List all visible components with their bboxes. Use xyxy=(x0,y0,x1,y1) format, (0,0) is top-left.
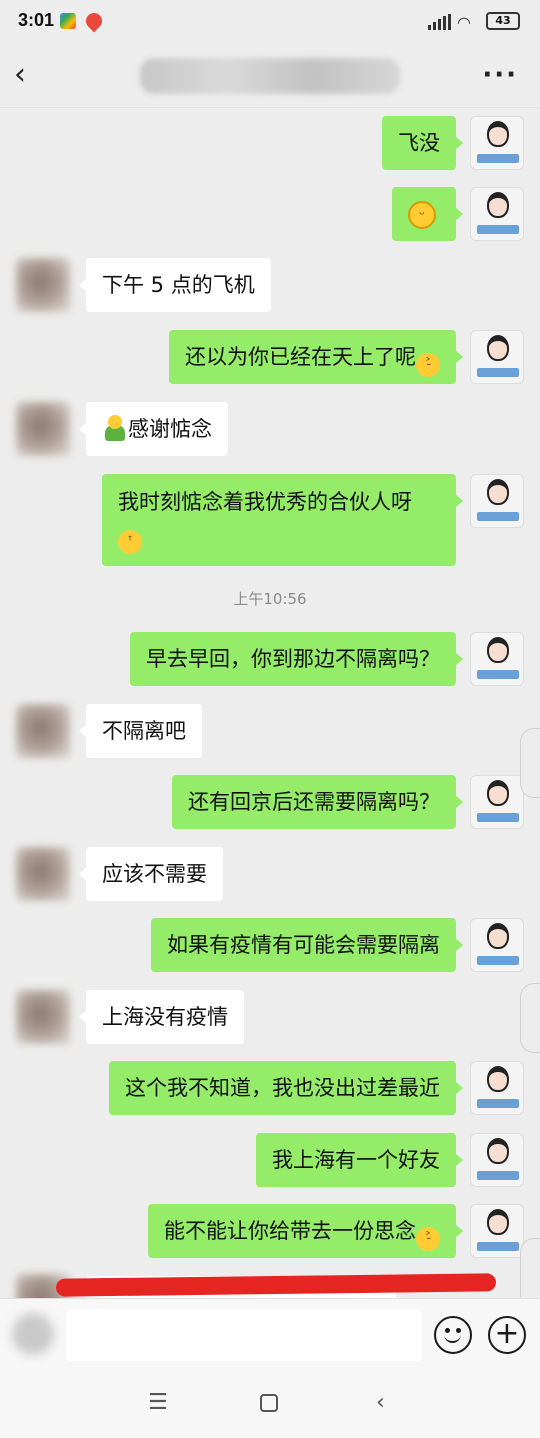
my-avatar[interactable] xyxy=(470,474,524,528)
battery-indicator: 43 xyxy=(486,12,520,30)
message-text: 上海没有疫情 xyxy=(102,1005,228,1029)
chat-header: ‹ ··· xyxy=(0,44,540,108)
timestamp: 上午10:56 xyxy=(233,590,307,608)
play-store-icon xyxy=(60,13,76,29)
back-button[interactable]: ‹ xyxy=(14,58,44,94)
voice-toggle-button[interactable] xyxy=(12,1313,54,1355)
message-text: 能不能让你给带去一份思念 xyxy=(164,1219,416,1243)
my-avatar[interactable] xyxy=(470,187,524,241)
signal-icon xyxy=(428,14,452,30)
message-bubble[interactable]: 我时刻惦念着我优秀的合伙人呀 ꜛ xyxy=(102,474,463,566)
message-text: 下午 5 点的飞机 xyxy=(102,273,255,297)
message-bubble[interactable]: 我上海有一个好友 xyxy=(256,1133,463,1187)
emoji-picker-button[interactable] xyxy=(434,1316,472,1354)
more-actions-button[interactable]: + xyxy=(488,1316,526,1354)
contact-avatar[interactable] xyxy=(16,990,70,1044)
back-icon[interactable]: ‹ xyxy=(376,1390,385,1415)
message-bubble[interactable]: 这个我不知道，我也没出过差最近 xyxy=(109,1061,463,1115)
contact-avatar[interactable] xyxy=(16,258,70,312)
my-avatar[interactable] xyxy=(470,918,524,972)
status-bar: 3:01 ◠ 43 xyxy=(0,0,540,44)
message-text: 我上海有一个好友 xyxy=(272,1148,440,1172)
home-icon[interactable] xyxy=(260,1394,278,1412)
my-avatar[interactable] xyxy=(470,1133,524,1187)
message-text: 早去早回，你到那边不隔离吗？ xyxy=(146,647,440,671)
contact-avatar[interactable] xyxy=(16,402,70,456)
my-avatar[interactable] xyxy=(470,330,524,384)
menu-icon[interactable]: ☰ xyxy=(148,1390,168,1415)
my-avatar[interactable] xyxy=(470,632,524,686)
laugh-cry-emoji-icon: ˃̵ xyxy=(416,1227,440,1251)
floating-edge-tab[interactable] xyxy=(520,1238,540,1298)
my-avatar[interactable] xyxy=(470,1204,524,1258)
message-bubble[interactable]: 不隔离吧 xyxy=(79,704,202,758)
message-bubble[interactable]: 如果有疫情有可能会需要隔离 xyxy=(151,918,463,972)
message-text: 还有回京后还需要隔离吗？ xyxy=(188,790,440,814)
contact-avatar[interactable] xyxy=(16,704,70,758)
my-avatar[interactable] xyxy=(470,775,524,829)
more-options-button[interactable]: ··· xyxy=(482,58,518,92)
message-bubble[interactable]: 还有回京后还需要隔离吗？ xyxy=(172,775,463,829)
message-bubble[interactable]: 感谢惦念 xyxy=(79,402,228,456)
message-text: 这个我不知道，我也没出过差最近 xyxy=(125,1076,440,1100)
message-bubble[interactable]: 能不能让你给带去一份思念 ˃̵ xyxy=(148,1204,463,1258)
message-text: 应该不需要 xyxy=(102,862,207,886)
input-bar: + xyxy=(0,1298,540,1372)
map-pin-icon xyxy=(82,9,106,33)
hug-emoji-icon xyxy=(102,415,128,441)
message-bubble[interactable]: 应该不需要 xyxy=(79,847,223,901)
my-avatar[interactable] xyxy=(470,116,524,170)
floating-edge-tab[interactable] xyxy=(520,983,540,1053)
message-text: 感谢惦念 xyxy=(128,417,212,441)
message-bubble[interactable]: 还以为你已经在天上了呢 ˃̵ xyxy=(169,330,463,384)
message-text: 还以为你已经在天上了呢 xyxy=(185,345,416,369)
laugh-cry-emoji-icon: ˃̵ xyxy=(416,353,440,377)
my-avatar[interactable] xyxy=(470,1061,524,1115)
thinking-emoji-icon: ꜛ xyxy=(118,530,142,554)
message-text: 如果有疫情有可能会需要隔离 xyxy=(167,933,440,957)
message-bubble[interactable]: ᵕ xyxy=(392,187,463,241)
message-bubble[interactable]: 早去早回，你到那边不隔离吗？ xyxy=(130,632,463,686)
floating-edge-tab[interactable] xyxy=(520,728,540,798)
chat-title xyxy=(140,58,400,94)
grin-emoji-icon: ᵕ xyxy=(408,201,436,229)
contact-avatar[interactable] xyxy=(16,847,70,901)
message-bubble[interactable]: 飞没 xyxy=(382,116,463,170)
status-time: 3:01 xyxy=(18,10,55,30)
message-bubble[interactable]: 下午 5 点的飞机 xyxy=(79,258,271,312)
message-list[interactable]: 飞没 ᵕ 下午 5 点的飞机 还以为你已经在天上了呢 ˃̵ 感谢惦念 我时刻惦念着… xyxy=(0,108,540,1298)
message-input[interactable] xyxy=(66,1309,422,1361)
wifi-icon: ◠ xyxy=(457,13,471,32)
message-bubble[interactable]: 上海没有疫情 xyxy=(79,990,244,1044)
message-text: 不隔离吧 xyxy=(102,719,186,743)
system-navigation: ☰ ‹ xyxy=(0,1372,540,1438)
message-text: 飞没 xyxy=(398,131,440,155)
message-text: 我时刻惦念着我优秀的合伙人呀 xyxy=(118,490,412,514)
